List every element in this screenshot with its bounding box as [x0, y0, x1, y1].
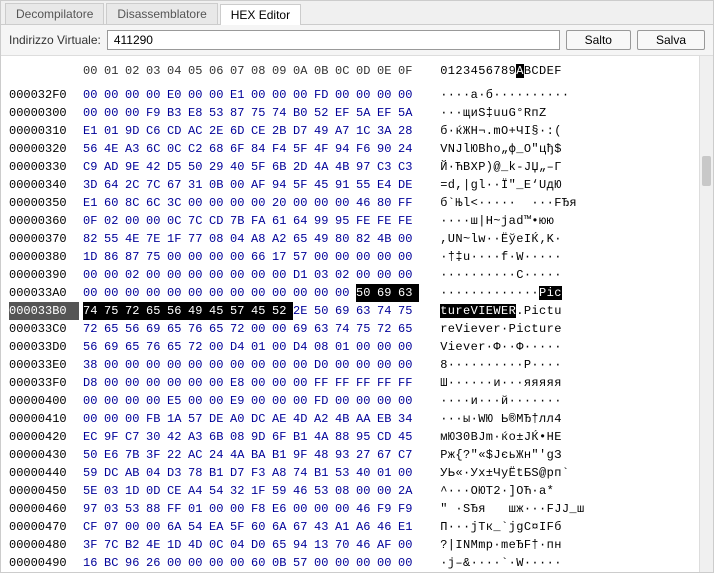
hex-editor-window: Decompilatore Disassemblatore HEX Editor…: [0, 0, 714, 573]
scrollbar-thumb[interactable]: [702, 156, 711, 186]
tab-decompiler[interactable]: Decompilatore: [5, 3, 104, 24]
hex-view: 000102030405060708090A0B0C0D0E0F 0123456…: [1, 56, 713, 572]
tab-hex-editor[interactable]: HEX Editor: [220, 4, 301, 25]
tab-disassembler[interactable]: Disassemblatore: [106, 3, 217, 24]
virtual-address-label: Indirizzo Virtuale:: [9, 33, 101, 47]
virtual-address-input[interactable]: [107, 30, 560, 50]
vertical-scrollbar[interactable]: [699, 56, 713, 572]
jump-button[interactable]: Salto: [566, 30, 631, 50]
save-button[interactable]: Salva: [637, 30, 705, 50]
tab-strip: Decompilatore Disassemblatore HEX Editor: [1, 1, 713, 25]
hex-content[interactable]: 000102030405060708090A0B0C0D0E0F 0123456…: [1, 56, 699, 572]
toolbar: Indirizzo Virtuale: Salto Salva: [1, 25, 713, 56]
